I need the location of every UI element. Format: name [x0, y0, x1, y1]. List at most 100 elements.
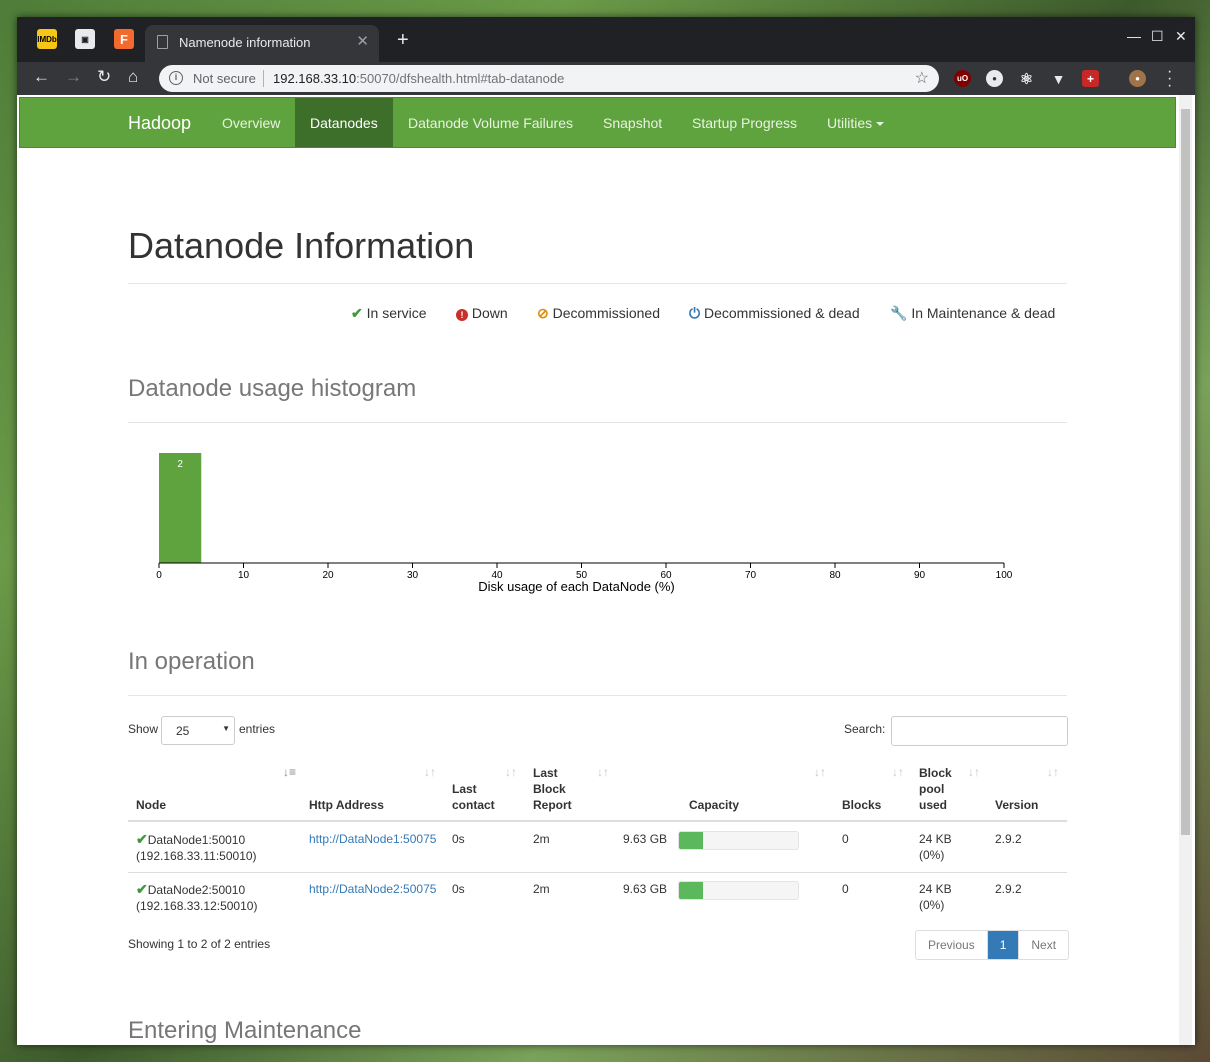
info-icon[interactable]: i [169, 71, 183, 85]
col-last-contact[interactable]: Last contact [452, 781, 512, 813]
imdb-pinned-tab-icon[interactable]: IMDb [37, 29, 57, 49]
nav-overview[interactable]: Overview [222, 115, 280, 131]
last-contact: 0s [452, 882, 465, 896]
nav-startup-progress[interactable]: Startup Progress [692, 115, 797, 131]
version-value: 2.9.2 [995, 832, 1022, 846]
chevron-down-icon [876, 122, 885, 127]
hadoop-navbar: Hadoop Overview Datanodes Datanode Volum… [19, 97, 1176, 148]
f-pinned-tab-icon[interactable]: F [114, 29, 134, 49]
capacity-value: 9.63 GB [623, 882, 668, 896]
nav-volume-failures[interactable]: Datanode Volume Failures [408, 115, 573, 131]
node-name: DataNode1:50010 [147, 833, 246, 847]
col-blocks[interactable]: Blocks [842, 797, 881, 813]
divider [128, 422, 1067, 423]
x-tick-label: 100 [996, 570, 1013, 581]
browser-menu-icon[interactable]: · · · [1167, 64, 1172, 94]
capacity-bar-fill [679, 882, 703, 899]
film-pinned-tab-icon[interactable]: ▣ [75, 29, 95, 49]
version-value: 2.9.2 [995, 882, 1022, 896]
active-tab[interactable]: Namenode information ✕ [145, 25, 379, 62]
sort-both-icon[interactable]: ↓↑ [814, 765, 826, 779]
table-header-divider [128, 820, 1067, 822]
plus-extension-icon[interactable]: + [1082, 70, 1099, 87]
close-tab-icon[interactable]: ✕ [356, 32, 369, 50]
search-input[interactable] [891, 716, 1068, 746]
brand-link[interactable]: Hadoop [128, 113, 191, 134]
page-1-button[interactable]: 1 [987, 931, 1020, 959]
search-label: Search: [844, 722, 886, 736]
col-last-block-report[interactable]: Last Block Report [533, 765, 583, 813]
maximize-icon[interactable]: ☐ [1151, 28, 1164, 45]
pagination: Previous 1 Next [915, 930, 1070, 960]
address-bar[interactable]: i Not secure 192.168.33.10:50070/dfsheal… [159, 65, 939, 92]
entries-label: entries [239, 722, 276, 736]
document-icon [157, 35, 168, 49]
histogram-heading: Datanode usage histogram [128, 375, 417, 402]
ublock-extension-icon[interactable]: uO [954, 70, 971, 87]
legend-label: Decommissioned & dead [703, 305, 860, 321]
col-block-pool-used[interactable]: Block pool used [919, 765, 959, 813]
url-host: 192.168.33.10 [273, 71, 357, 86]
capacity-value: 9.63 GB [623, 832, 668, 846]
scrollbar-thumb[interactable] [1181, 109, 1190, 835]
minimize-icon[interactable]: — [1127, 28, 1141, 44]
http-address-link[interactable]: http://DataNode1:50075 [309, 831, 436, 847]
select-arrow-icon: ▼ [222, 724, 230, 733]
omnibox-divider [263, 70, 264, 87]
nav-datanodes[interactable]: Datanodes [295, 98, 393, 147]
profile-avatar[interactable]: ● [1129, 70, 1146, 87]
node-cell: ✔DataNode2:50010 (192.168.33.12:50010) [136, 881, 257, 914]
page-scrollbar[interactable] [1179, 95, 1192, 1045]
next-button[interactable]: Next [1019, 931, 1068, 959]
url-text[interactable]: 192.168.33.10:50070/dfshealth.html#tab-d… [273, 71, 564, 86]
table-info: Showing 1 to 2 of 2 entries [128, 937, 271, 951]
last-contact: 0s [452, 832, 465, 846]
new-tab-icon[interactable]: + [397, 29, 409, 52]
sort-both-icon[interactable]: ↓↑ [1047, 765, 1059, 779]
sort-both-icon[interactable]: ↓↑ [597, 765, 609, 779]
page-size-select[interactable]: 25 ▼ [161, 716, 235, 745]
sort-both-icon[interactable]: ↓↑ [505, 765, 517, 779]
x-tick-label: 20 [322, 570, 334, 581]
forward-icon[interactable]: → [65, 67, 82, 87]
pool-used-value: 24 KB [919, 832, 952, 846]
divider [128, 695, 1067, 696]
nav-datanodes-label: Datanodes [310, 115, 378, 131]
sort-asc-icon[interactable]: ↓≡ [283, 765, 296, 779]
http-address-link[interactable]: http://DataNode2:50075 [309, 881, 436, 897]
sort-both-icon[interactable]: ↓↑ [424, 765, 436, 779]
node-name: DataNode2:50010 [147, 883, 246, 897]
back-icon[interactable]: ← [33, 67, 50, 87]
x-tick-label: 70 [745, 570, 757, 581]
browser-window: IMDb ▣ F Namenode information ✕ + — ☐ ✕ … [17, 17, 1195, 1045]
pool-used-pct: (0%) [919, 898, 945, 912]
check-icon: ✔ [136, 831, 148, 847]
x-tick-label: 0 [156, 570, 162, 581]
previous-button[interactable]: Previous [916, 931, 988, 959]
nav-utilities-label: Utilities [827, 115, 873, 131]
home-icon[interactable]: ⌂ [128, 67, 138, 87]
block-pool-used: 24 KB (0%) [919, 831, 952, 863]
pool-used-value: 24 KB [919, 882, 952, 896]
sort-both-icon[interactable]: ↓↑ [892, 765, 904, 779]
nav-utilities[interactable]: Utilities [827, 115, 885, 131]
circle-extension-icon[interactable]: ● [986, 70, 1003, 87]
capacity-bar [678, 881, 799, 900]
col-version[interactable]: Version [995, 797, 1038, 813]
sort-both-icon[interactable]: ↓↑ [968, 765, 980, 779]
col-http-address[interactable]: Http Address [309, 797, 384, 813]
nav-snapshot[interactable]: Snapshot [603, 115, 662, 131]
security-label: Not secure [193, 71, 256, 86]
check-icon: ✔ [351, 305, 363, 321]
x-tick-label: 10 [238, 570, 250, 581]
bookmark-star-icon[interactable]: ☆ [915, 68, 929, 88]
col-node[interactable]: Node [136, 797, 166, 813]
react-devtools-icon[interactable]: ⚛ [1018, 70, 1035, 88]
reload-icon[interactable]: ↻ [97, 67, 111, 87]
x-tick-label: 80 [829, 570, 841, 581]
col-capacity[interactable]: Capacity [689, 797, 739, 813]
power-icon: ⏻ [689, 305, 701, 321]
vue-devtools-icon[interactable]: ▼ [1050, 70, 1067, 87]
capacity-bar-fill [679, 832, 703, 849]
close-window-icon[interactable]: ✕ [1175, 28, 1187, 45]
